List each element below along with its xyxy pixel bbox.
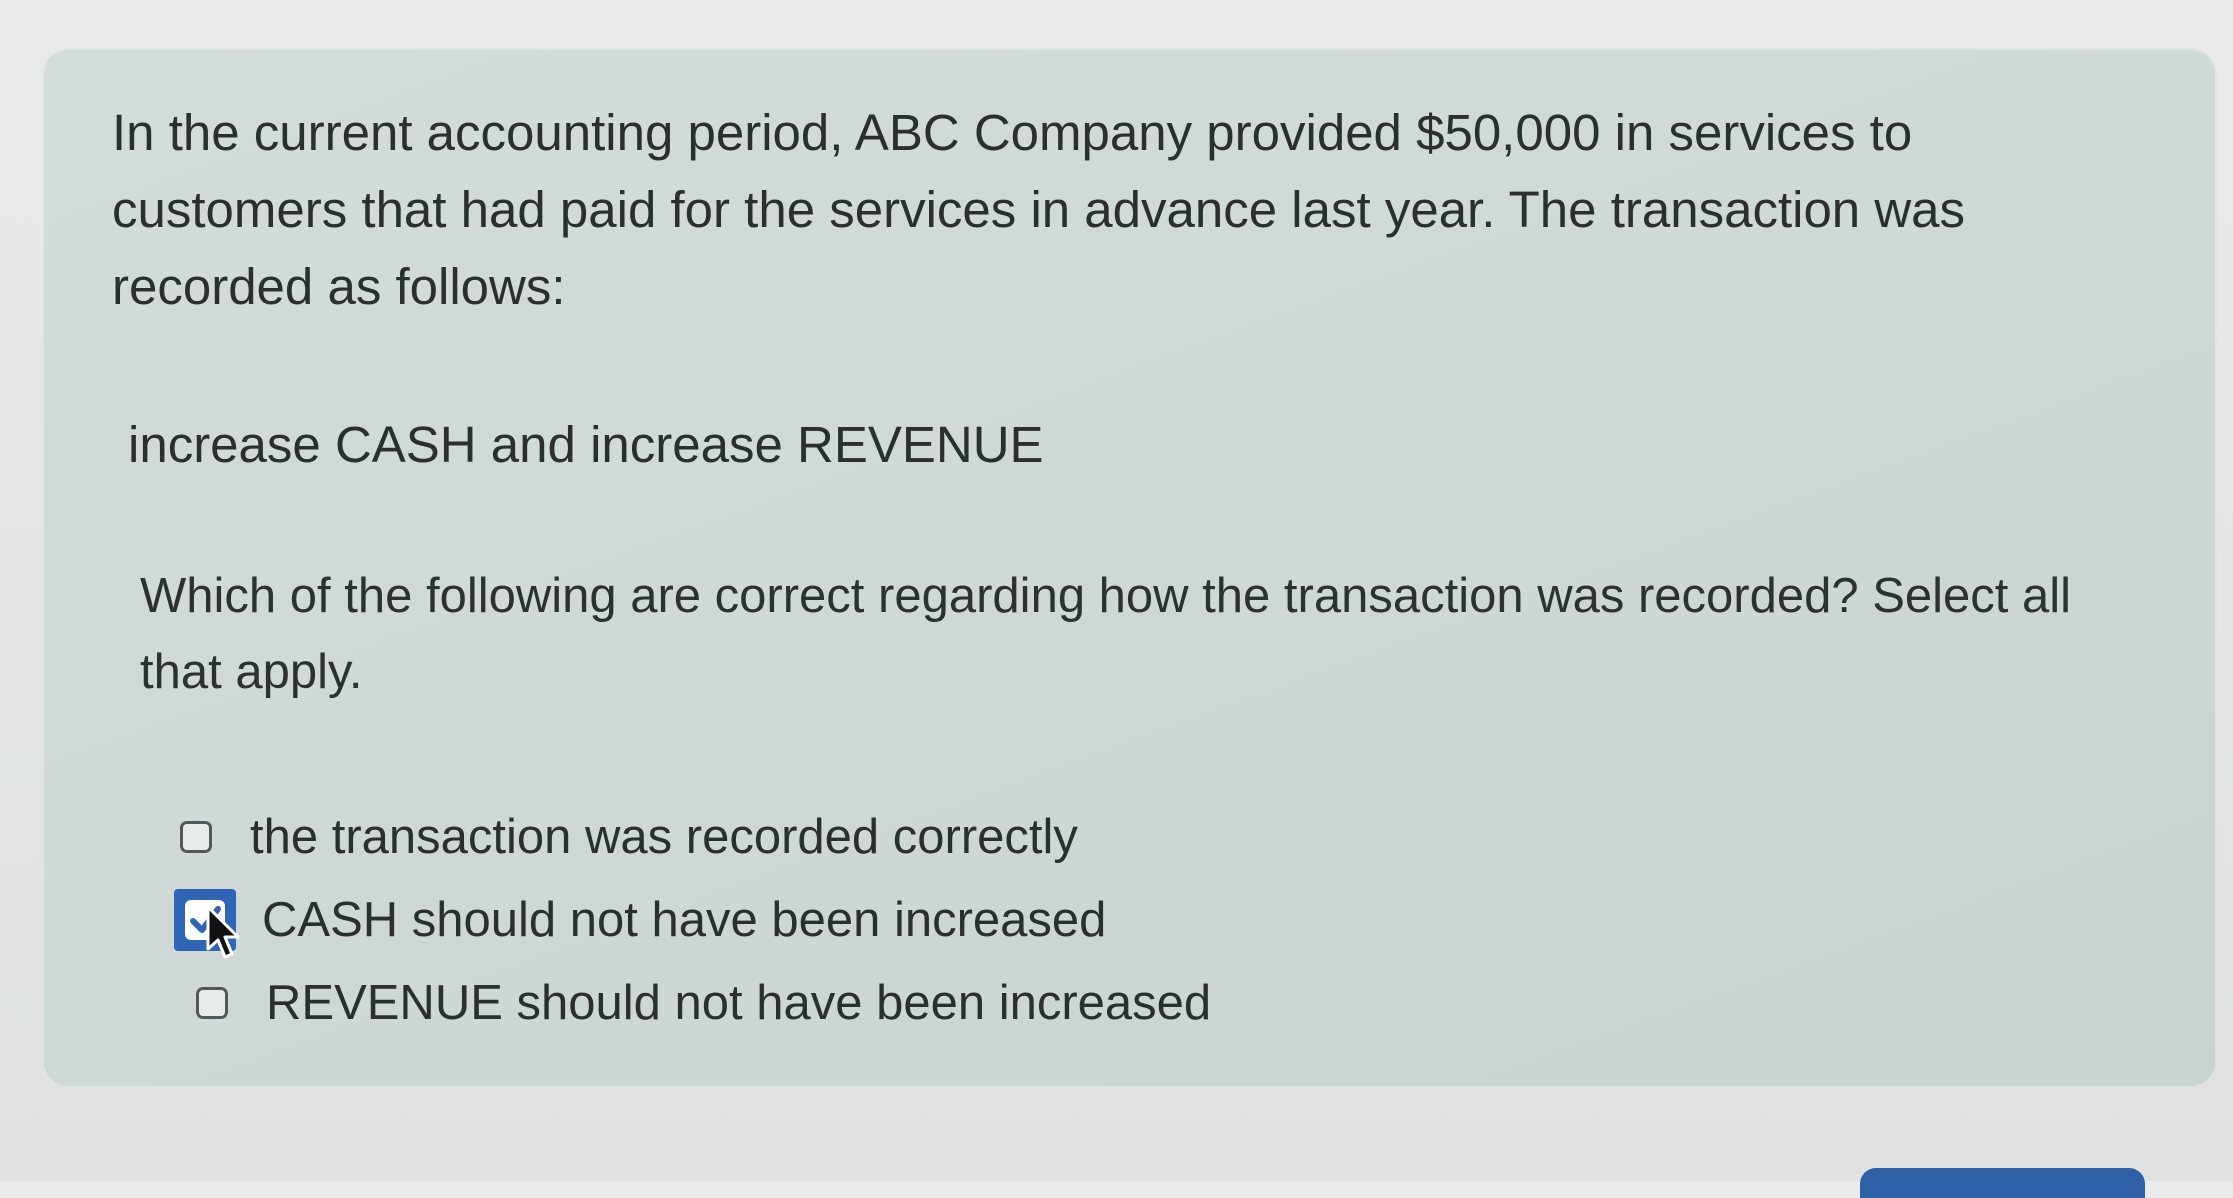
option-label: CASH should not have been increased — [262, 892, 1107, 947]
question-prompt: In the current accounting period, ABC Co… — [112, 104, 1966, 315]
option-label: REVENUE should not have been increased — [266, 975, 1212, 1030]
mouse-pointer-icon — [206, 905, 240, 961]
option-cash-not-increased[interactable]: CASH should not have been increased — [174, 878, 1211, 961]
option-recorded-correctly[interactable]: the transaction was recorded correctly — [180, 795, 1211, 878]
option-revenue-not-increased[interactable]: REVENUE should not have been increased — [196, 961, 1211, 1044]
recorded-entry: increase CASH and increase REVENUE — [128, 416, 1044, 473]
checkbox-unchecked[interactable] — [196, 986, 228, 1019]
checkbox-unchecked[interactable] — [180, 820, 212, 853]
question-instruction: Which of the following are correct regar… — [140, 569, 2072, 699]
bottom-action-button[interactable] — [1860, 1168, 2145, 1198]
answer-options: the transaction was recorded correctly C… — [174, 795, 1211, 1044]
option-label: the transaction was recorded correctly — [250, 809, 1078, 864]
